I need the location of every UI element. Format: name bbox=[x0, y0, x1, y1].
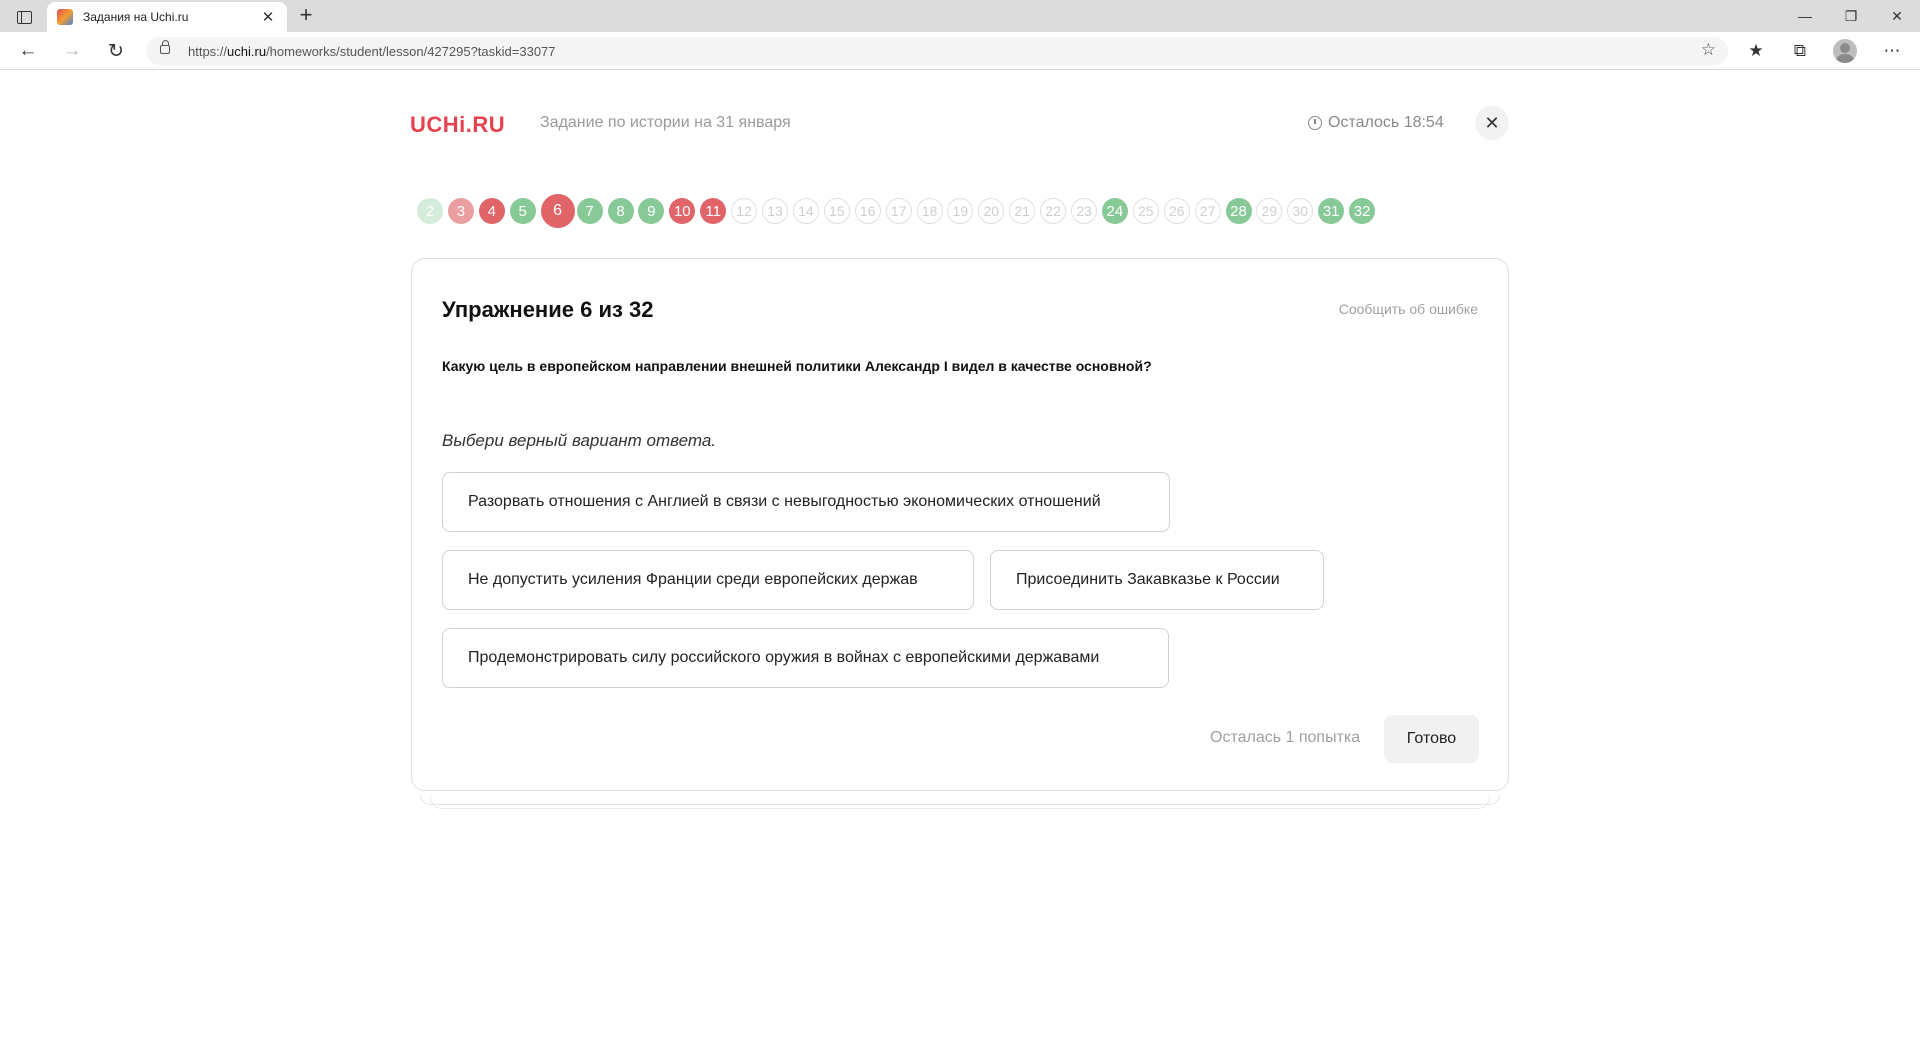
timer-text: Осталось 18:54 bbox=[1328, 114, 1444, 131]
report-error-link[interactable]: Сообщить об ошибке bbox=[1339, 301, 1478, 317]
attempts-left: Осталась 1 попытка bbox=[1210, 729, 1361, 746]
minimize-icon[interactable]: — bbox=[1782, 0, 1828, 32]
exercise-dot[interactable]: 32 bbox=[1349, 198, 1376, 224]
close-window-icon[interactable]: ✕ bbox=[1874, 0, 1920, 32]
browser-tab[interactable]: Задания на Uchi.ru ✕ bbox=[47, 2, 287, 32]
exercise-card: Упражнение 6 из 32 Сообщить об ошибке Ка… bbox=[411, 258, 1509, 791]
uchi-favicon-icon bbox=[57, 9, 73, 25]
exercise-dot[interactable]: 19 bbox=[947, 198, 974, 224]
new-tab-button[interactable]: + bbox=[294, 4, 318, 28]
instruction-text: Выбери верный вариант ответа. bbox=[442, 431, 717, 450]
browser-tab-bar: Задания на Uchi.ru ✕ + — ❐ ✕ bbox=[0, 0, 1920, 32]
exercise-dot[interactable]: 8 bbox=[607, 198, 634, 224]
forward-icon[interactable]: → bbox=[58, 37, 86, 65]
exercise-title: Упражнение 6 из 32 bbox=[442, 297, 654, 322]
exercise-dot[interactable]: 29 bbox=[1256, 198, 1283, 224]
exercise-dot[interactable]: 7 bbox=[576, 198, 603, 224]
address-bar[interactable]: https://uchi.ru/homeworks/student/lesson… bbox=[146, 37, 1728, 65]
exercise-dot[interactable]: 9 bbox=[638, 198, 665, 224]
exercise-dot[interactable]: 12 bbox=[731, 198, 758, 224]
close-task-button[interactable]: ✕ bbox=[1475, 106, 1509, 140]
refresh-icon[interactable]: ↻ bbox=[102, 37, 130, 65]
add-favorite-icon[interactable]: ☆ bbox=[1701, 40, 1716, 60]
exercise-dot[interactable]: 5 bbox=[509, 198, 536, 224]
exercise-dot[interactable]: 23 bbox=[1071, 198, 1097, 224]
exercise-dot[interactable]: 31 bbox=[1318, 198, 1345, 224]
collections-icon[interactable]: ⧉ bbox=[1786, 37, 1814, 65]
favorites-icon[interactable]: ★ bbox=[1742, 37, 1770, 65]
lock-icon[interactable] bbox=[160, 40, 170, 54]
exercise-dot[interactable]: 17 bbox=[885, 198, 912, 224]
exercise-dot[interactable]: 22 bbox=[1040, 198, 1067, 224]
url-text[interactable]: https://uchi.ru/homeworks/student/lesson… bbox=[188, 44, 556, 59]
clock-icon bbox=[1308, 116, 1322, 130]
exercise-dot[interactable]: 2 bbox=[417, 198, 443, 224]
exercise-dot[interactable]: 25 bbox=[1132, 198, 1159, 224]
answer-option[interactable]: Продемонстрировать силу российского оруж… bbox=[442, 628, 1169, 688]
exercise-dot[interactable]: 30 bbox=[1287, 198, 1314, 224]
exercise-dot[interactable]: 11 bbox=[700, 198, 727, 224]
exercise-dot[interactable]: 10 bbox=[669, 198, 696, 224]
exercise-dot[interactable]: 13 bbox=[762, 198, 788, 224]
exercise-dot[interactable]: 26 bbox=[1163, 198, 1190, 224]
task-title: Задание по истории на 31 января bbox=[540, 114, 791, 131]
exercise-dot-current[interactable]: 6 bbox=[540, 194, 575, 228]
exercise-dot[interactable]: 21 bbox=[1009, 198, 1036, 224]
exercise-dot[interactable]: 3 bbox=[447, 198, 474, 224]
tab-title: Задания на Uchi.ru bbox=[83, 10, 189, 24]
tab-close-icon[interactable]: ✕ bbox=[259, 8, 277, 26]
timer: Осталось 18:54 bbox=[1308, 114, 1444, 132]
exercise-dot[interactable]: 4 bbox=[478, 198, 505, 224]
exercise-dot[interactable]: 24 bbox=[1101, 198, 1128, 224]
question-text: Какую цель в европейском направлении вне… bbox=[442, 358, 1152, 374]
exercise-dot[interactable]: 28 bbox=[1225, 198, 1252, 224]
card-stack-shadow bbox=[420, 795, 1500, 805]
exercise-dot[interactable]: 16 bbox=[854, 198, 881, 224]
tab-actions-icon[interactable] bbox=[10, 6, 38, 28]
answer-option[interactable]: Не допустить усиления Франции среди евро… bbox=[442, 550, 974, 610]
restore-icon[interactable]: ❐ bbox=[1828, 0, 1874, 32]
browser-toolbar: ← → ↻ https://uchi.ru/homeworks/student/… bbox=[0, 32, 1920, 70]
answer-option[interactable]: Разорвать отношения с Англией в связи с … bbox=[442, 472, 1170, 532]
profile-icon[interactable] bbox=[1833, 39, 1857, 63]
done-button[interactable]: Готово bbox=[1384, 715, 1479, 763]
exercise-dot[interactable]: 18 bbox=[916, 198, 943, 224]
exercise-dot[interactable]: 14 bbox=[792, 198, 819, 224]
back-icon[interactable]: ← bbox=[14, 37, 42, 65]
exercise-dot[interactable]: 20 bbox=[978, 198, 1005, 224]
answer-option[interactable]: Присоединить Закавказье к России bbox=[990, 550, 1324, 610]
exercise-dot[interactable]: 15 bbox=[823, 198, 850, 224]
more-icon[interactable]: ⋯ bbox=[1878, 37, 1906, 65]
uchi-logo[interactable]: UCHi.RU bbox=[410, 112, 505, 138]
exercise-dot[interactable]: 27 bbox=[1194, 198, 1221, 224]
